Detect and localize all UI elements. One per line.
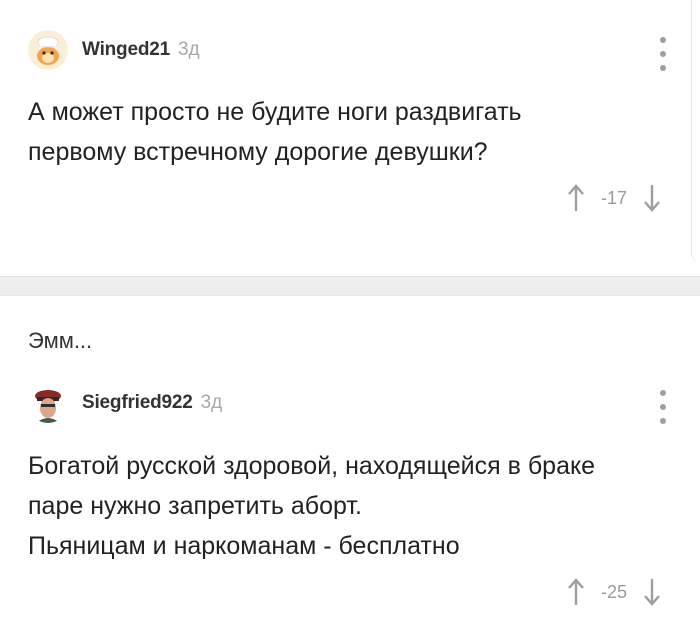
- comment-time: 3д: [177, 39, 200, 60]
- dot-icon: [660, 390, 666, 396]
- comment-text: А может просто не будите ноги раздвигать…: [28, 92, 522, 172]
- soldier-avatar-icon: [28, 383, 68, 423]
- comment-rating: -17: [601, 187, 628, 208]
- arrow-up-icon: [568, 578, 584, 605]
- arrow-up-icon: [568, 184, 584, 211]
- upvote-button[interactable]: [563, 182, 589, 214]
- scroll-edge: [691, 0, 700, 262]
- comment-rating: -25: [601, 581, 628, 602]
- more-options-button[interactable]: [651, 37, 675, 71]
- comment-text-line: Пьяницам и наркоманам - бесплатно: [28, 532, 460, 560]
- more-options-button[interactable]: [651, 390, 675, 424]
- comment-time: 3д: [200, 392, 223, 413]
- comment-separator: [0, 276, 700, 296]
- dot-icon: [660, 37, 666, 43]
- avatar[interactable]: [28, 383, 68, 423]
- dot-icon: [660, 404, 666, 410]
- dot-icon: [660, 65, 666, 71]
- hamster-avatar-icon: [28, 30, 68, 70]
- comment-text-line: паре нужно запретить аборт.: [28, 492, 362, 520]
- comment-text-line: А может просто не будите ноги раздвигать: [28, 98, 522, 126]
- vote-controls: -25: [563, 576, 665, 608]
- author-name[interactable]: Winged21: [82, 39, 170, 61]
- dot-icon: [660, 418, 666, 424]
- avatar[interactable]: [28, 30, 68, 70]
- comment-text-line: Богатой русской здоровой, находящейся в …: [28, 452, 596, 480]
- dot-icon: [660, 51, 666, 57]
- arrow-down-icon: [644, 185, 660, 212]
- downvote-button[interactable]: [639, 182, 665, 214]
- comment-1: Winged21 3д А может просто не будите ног…: [0, 0, 700, 276]
- comment-header: Siegfried922 3д: [28, 383, 222, 423]
- comment-text: Богатой русской здоровой, находящейся в …: [28, 446, 595, 566]
- comment-text-line: первому встречному дорогие девушки?: [28, 138, 488, 166]
- parent-comment-snippet[interactable]: Эмм...: [28, 328, 92, 354]
- comment-header: Winged21 3д: [28, 30, 200, 70]
- arrow-down-icon: [644, 579, 660, 606]
- author-name[interactable]: Siegfried922: [82, 392, 193, 414]
- downvote-button[interactable]: [639, 576, 665, 608]
- upvote-button[interactable]: [563, 576, 589, 608]
- vote-controls: -17: [563, 182, 665, 214]
